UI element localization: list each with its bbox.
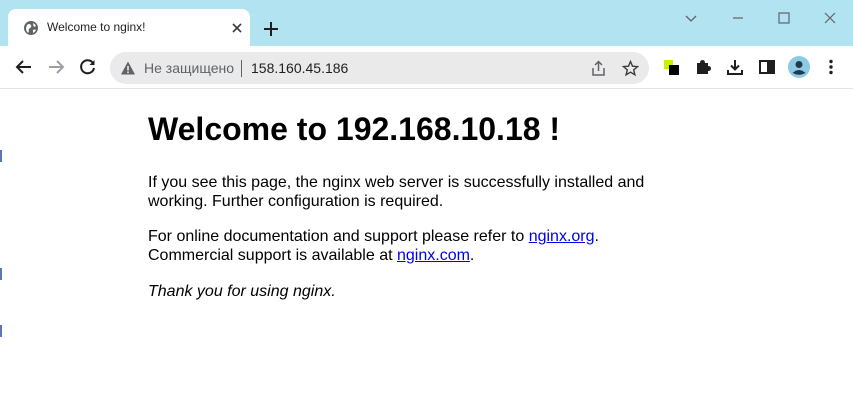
- maximize-icon[interactable]: [775, 9, 793, 27]
- viewport-edge-mark: [0, 150, 2, 162]
- side-panel-icon[interactable]: [758, 58, 776, 76]
- reload-icon[interactable]: [79, 58, 97, 76]
- tab-active[interactable]: Welcome to nginx!: [8, 9, 250, 46]
- close-window-icon[interactable]: [821, 9, 839, 27]
- url-text[interactable]: 158.160.45.186: [251, 60, 348, 76]
- bookmark-star-icon[interactable]: [622, 60, 639, 77]
- back-arrow-icon[interactable]: [15, 58, 33, 76]
- puzzle-icon[interactable]: [694, 58, 712, 76]
- globe-icon: [24, 21, 38, 35]
- support-paragraph: For online documentation and support ple…: [148, 227, 668, 265]
- menu-dots-icon[interactable]: [822, 58, 840, 76]
- commercial-period: .: [469, 247, 475, 264]
- extension-color-icon[interactable]: [663, 58, 681, 76]
- chevron-down-icon[interactable]: [682, 9, 700, 27]
- tab-title: Welcome to nginx!: [47, 20, 146, 34]
- commercial-text: Commercial support is available at: [148, 247, 397, 264]
- close-icon[interactable]: [229, 20, 245, 36]
- download-icon[interactable]: [726, 58, 744, 76]
- support-text: For online documentation and support ple…: [148, 228, 529, 245]
- warning-icon[interactable]: [120, 60, 136, 76]
- title-bar: Welcome to nginx!: [0, 0, 853, 46]
- browser-toolbar: Не защищено 158.160.45.186: [0, 46, 853, 89]
- share-icon[interactable]: [590, 60, 607, 77]
- forward-arrow-icon[interactable]: [47, 58, 65, 76]
- security-status-label[interactable]: Не защищено: [144, 60, 234, 76]
- minimize-icon[interactable]: [729, 9, 747, 27]
- viewport-edge-mark: [0, 268, 2, 280]
- intro-paragraph: If you see this page, the nginx web serv…: [148, 174, 645, 210]
- support-period: .: [594, 228, 599, 245]
- nginx-org-link[interactable]: nginx.org: [529, 228, 595, 245]
- page-title: Welcome to 192.168.10.18 !: [148, 111, 561, 147]
- viewport-edge-mark: [0, 325, 2, 337]
- address-bar[interactable]: Не защищено 158.160.45.186: [110, 52, 649, 84]
- thank-you-text: Thank you for using nginx.: [148, 283, 336, 300]
- profile-avatar-icon[interactable]: [788, 56, 810, 78]
- omnibox-divider: [241, 60, 242, 77]
- plus-icon[interactable]: [260, 18, 282, 40]
- nginx-com-link[interactable]: nginx.com: [397, 247, 470, 264]
